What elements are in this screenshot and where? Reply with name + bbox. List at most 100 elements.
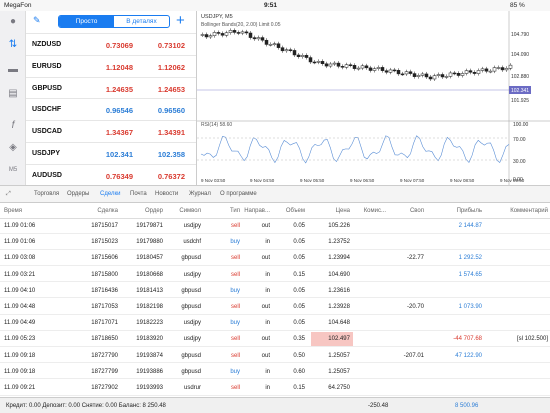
table-row[interactable]: 11.09 03:21 18715800 19180668 usdjpy sell in 0… bbox=[0, 268, 550, 283]
candle bbox=[396, 70, 401, 75]
candle bbox=[412, 73, 417, 77]
table-row[interactable]: 11.09 04:48 18717053 19182198 gbpusd sell out… bbox=[0, 300, 550, 315]
quote-ask: 1.34391 bbox=[157, 128, 185, 138]
detailed-view-tab[interactable]: В деталях bbox=[114, 16, 169, 27]
trade-icon[interactable]: ▤ bbox=[6, 87, 20, 101]
table-cell: 19179880 bbox=[136, 239, 163, 246]
candle bbox=[492, 67, 497, 72]
column-header[interactable]: Время bbox=[4, 208, 64, 214]
column-header[interactable]: Ордер bbox=[133, 208, 163, 214]
expand-icon[interactable]: ⤢ bbox=[6, 191, 11, 198]
quote-row[interactable]: EURUSD 1.12048 1.12062 bbox=[26, 54, 196, 78]
table-cell: out bbox=[261, 255, 270, 262]
candle bbox=[308, 57, 313, 63]
table-cell: out bbox=[261, 336, 270, 343]
column-header[interactable]: Символ bbox=[173, 208, 201, 214]
table-row[interactable]: 11.09 04:10 18716436 19181413 gbpusd buy in 0.… bbox=[0, 284, 550, 299]
table-row[interactable]: 11.09 03:08 18715606 19180457 gbpusd sell out… bbox=[0, 251, 550, 266]
column-header[interactable]: Сделка bbox=[84, 208, 118, 214]
tab-deals[interactable]: Сделки bbox=[100, 191, 120, 197]
candle bbox=[208, 35, 213, 38]
timeframe-icon[interactable]: M5 bbox=[6, 163, 20, 177]
candle bbox=[472, 72, 477, 74]
table-cell: buy bbox=[230, 287, 240, 294]
column-header[interactable]: Прибыль bbox=[440, 208, 482, 214]
table-cell: usdjpy bbox=[183, 271, 201, 278]
quote-row[interactable]: USDCHF 0.96546 0.96560 bbox=[26, 98, 196, 121]
chat-icon[interactable]: ▬ bbox=[6, 63, 20, 77]
quote-row[interactable]: USDCAD 1.34367 1.34391 bbox=[26, 120, 196, 143]
quote-row[interactable]: USDJPY 102.341 102.358 bbox=[26, 142, 196, 165]
add-symbol-button[interactable]: + bbox=[176, 12, 185, 29]
quote-ask: 1.12062 bbox=[157, 62, 185, 72]
table-cell: 1.23752 bbox=[328, 239, 350, 246]
candle bbox=[272, 43, 277, 45]
table-row[interactable]: 11.09 04:49 18717071 19182223 usdjpy buy in 0.… bbox=[0, 316, 550, 331]
tab-journal[interactable]: Журнал bbox=[189, 191, 211, 197]
objects-icon[interactable]: ◈ bbox=[6, 141, 20, 155]
tab-news[interactable]: Новости bbox=[155, 191, 178, 197]
quote-bid: 1.24635 bbox=[105, 84, 133, 94]
table-cell: 19193993 bbox=[136, 385, 163, 391]
table-row[interactable]: 11.09 09:18 18727799 19193886 gbpusd buy in 0.… bbox=[0, 365, 550, 380]
quote-row[interactable]: GBPUSD 1.24635 1.24653 bbox=[26, 76, 196, 100]
price-label-5: 101.925 bbox=[511, 98, 529, 104]
table-cell: 19193886 bbox=[136, 368, 163, 375]
candle bbox=[212, 32, 217, 36]
table-row[interactable]: 11.09 05:23 18718650 19183920 usdjpy sell out… bbox=[0, 332, 550, 347]
table-cell: 104.690 bbox=[328, 271, 350, 278]
candle bbox=[504, 68, 509, 71]
table-cell: 18715023 bbox=[91, 239, 118, 246]
column-header[interactable]: Своп bbox=[388, 208, 424, 214]
table-cell: 18715017 bbox=[91, 223, 118, 229]
chart-canvas[interactable]: USDJPY, M5 Bollinger Bands(20, 2.00) Lim… bbox=[197, 11, 550, 185]
simple-view-tab[interactable]: Просто bbox=[59, 16, 114, 27]
tab-trade[interactable]: Торговля bbox=[34, 191, 59, 197]
table-row[interactable]: 11.09 01:06 18715017 19179871 usdjpy sell out… bbox=[0, 219, 550, 234]
price-label-1: 104.790 bbox=[511, 32, 529, 38]
quote-symbol: EURUSD bbox=[32, 62, 62, 70]
candle bbox=[428, 76, 433, 80]
candle bbox=[288, 49, 293, 51]
quote-symbol: USDCAD bbox=[32, 128, 62, 136]
table-cell: sell bbox=[230, 271, 240, 278]
price-chart[interactable]: USDJPY, M5 Bollinger Bands(20, 2.00) Lim… bbox=[196, 11, 550, 185]
candle bbox=[468, 70, 473, 73]
quote-row[interactable]: NZDUSD 0.73069 0.73102 bbox=[26, 33, 196, 56]
column-header[interactable]: Комис... bbox=[352, 208, 386, 214]
candle bbox=[432, 75, 437, 80]
table-cell: usdjpy bbox=[183, 336, 201, 343]
candle bbox=[284, 49, 289, 52]
table-row[interactable]: 11.09 01:06 18715023 19179880 usdchf buy in 0.… bbox=[0, 235, 550, 250]
candle bbox=[508, 64, 513, 69]
table-cell: out bbox=[261, 223, 270, 229]
tab-orders[interactable]: Ордеры bbox=[67, 191, 89, 197]
candle bbox=[300, 55, 305, 57]
table-cell: in bbox=[265, 287, 270, 294]
quote-symbol: GBPUSD bbox=[32, 84, 62, 92]
column-header[interactable]: Тип bbox=[226, 208, 240, 214]
table-cell: [sl 102.500] bbox=[516, 336, 548, 343]
candle bbox=[364, 65, 369, 69]
table-cell: 1.25057 bbox=[328, 352, 350, 359]
quote-bid: 102.341 bbox=[105, 150, 133, 159]
table-cell: in bbox=[265, 385, 270, 391]
table-row[interactable]: 11.09 09:21 18727902 19193993 usdrur sell in 0… bbox=[0, 381, 550, 396]
column-header[interactable]: Цена bbox=[300, 208, 350, 214]
column-header[interactable]: Направ... bbox=[244, 208, 270, 214]
candle bbox=[488, 70, 493, 73]
table-cell: gbpusd bbox=[181, 304, 201, 310]
account-icon[interactable]: ● bbox=[6, 15, 20, 29]
quotes-icon[interactable]: ⇅ bbox=[6, 38, 20, 52]
candle bbox=[292, 50, 297, 56]
status-bar: MegaFon 9:51 85 % bbox=[0, 0, 550, 11]
edit-icon[interactable]: ✎ bbox=[33, 15, 41, 26]
table-cell: 11.09 01:06 bbox=[4, 239, 36, 246]
table-row[interactable]: 11.09 09:18 18727790 19193874 gbpusd sell out… bbox=[0, 349, 550, 364]
quote-row[interactable]: AUDUSD 0.76349 0.76372 bbox=[26, 163, 196, 187]
column-header[interactable]: Комментарий bbox=[496, 208, 548, 214]
indicators-icon[interactable]: f bbox=[6, 119, 20, 133]
tab-mail[interactable]: Почта bbox=[130, 191, 147, 197]
candle bbox=[476, 70, 481, 74]
tab-about[interactable]: О программе bbox=[220, 191, 257, 197]
